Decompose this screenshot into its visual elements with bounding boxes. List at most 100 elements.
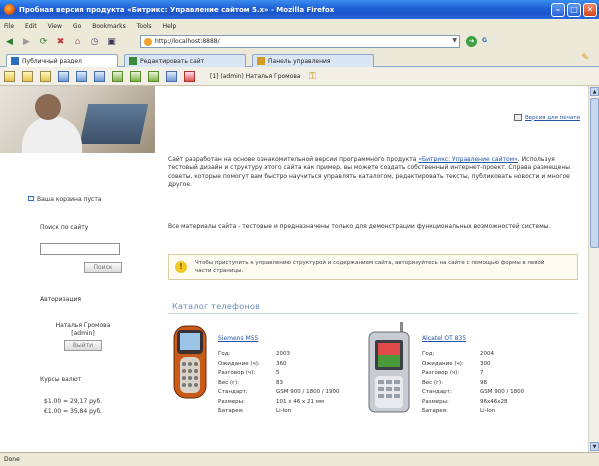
user-login: [admin]	[71, 330, 95, 337]
currency-rates-label: Курсы валют	[40, 376, 82, 383]
search-input[interactable]	[40, 243, 120, 255]
spec-key: Стандарт:	[218, 389, 248, 395]
cache-icon[interactable]	[184, 70, 195, 82]
editing-toolbar: [1] (admin) Наталья Громова ⚿	[0, 67, 599, 86]
tab-public-section[interactable]: Публичный раздел	[6, 54, 118, 67]
spec-value: 101 x 46 x 21 мм	[276, 398, 325, 405]
cart-text: Ваша корзина пуста	[37, 196, 102, 203]
alcatel-ot835-image[interactable]	[366, 322, 412, 414]
firefox-icon	[4, 4, 15, 15]
printer-icon	[513, 114, 522, 121]
logout-key-icon[interactable]: ⚿	[309, 71, 317, 82]
site-favicon	[144, 37, 152, 46]
spec-value: 300	[480, 360, 491, 367]
spec-value: Li-Ion	[480, 408, 496, 414]
left-sidebar: Ваша корзина пуста Поиск по сайту Поиск …	[0, 86, 160, 452]
phone-name-siemens-m55[interactable]: Siemens M55	[218, 335, 258, 342]
menu-bar: File Edit View Go Bookmarks Tools Help	[0, 19, 599, 33]
siemens-m55-image[interactable]	[172, 324, 208, 400]
pencil-icon[interactable]: ✎	[581, 53, 589, 63]
address-bar[interactable]: http://localhost:8888/ ▼	[140, 35, 460, 48]
go-button[interactable]: ➔	[466, 36, 477, 47]
vertical-scrollbar[interactable]: ▲ ▼	[588, 86, 599, 452]
spec-value: 83	[276, 379, 283, 386]
catalog-title[interactable]: Каталог телефонов	[172, 302, 260, 311]
menu-go[interactable]: Go	[73, 23, 81, 30]
person-body-shape	[22, 116, 82, 153]
spec-key: Вес (г):	[422, 379, 443, 386]
product-link[interactable]: «Битрикс: Управление сайтом»	[418, 156, 518, 163]
public-section-icon	[11, 57, 19, 65]
phone-name-alcatel-ot835[interactable]: Alcatel OT 835	[422, 335, 466, 342]
tab-label: Панель управления	[268, 57, 331, 65]
intro-paragraph: Сайт разработан на основе ознакомительно…	[168, 156, 578, 189]
spec-value: 2003	[276, 351, 290, 357]
stop-icon[interactable]: ✖	[54, 36, 67, 49]
address-dropdown-icon[interactable]: ▼	[452, 37, 457, 44]
spec-value: 98	[480, 379, 487, 386]
page-properties-icon[interactable]	[94, 70, 105, 82]
scroll-thumb[interactable]	[590, 98, 599, 248]
menu-edit[interactable]: Edit	[25, 23, 37, 30]
rate-eur: €1.00 = 35,84 руб.	[44, 408, 103, 415]
page-access-icon[interactable]	[148, 70, 159, 82]
print-version-link[interactable]: Версия для печати	[513, 114, 580, 121]
logout-button[interactable]: Выйти	[64, 340, 102, 351]
folder-properties-icon[interactable]	[22, 70, 33, 82]
menu-help[interactable]: Help	[163, 23, 177, 30]
scroll-up-icon[interactable]: ▲	[590, 87, 599, 96]
page-content: Ваша корзина пуста Поиск по сайту Поиск …	[0, 86, 588, 452]
search-label: Поиск по сайту	[40, 224, 89, 231]
google-search-icon[interactable]: G	[482, 37, 487, 44]
page-php-icon[interactable]	[130, 70, 141, 82]
minimize-button[interactable]: –	[551, 2, 565, 17]
reload-icon[interactable]: ⟳	[37, 36, 50, 49]
header-photo	[0, 86, 155, 153]
spec-key: Батарея:	[218, 408, 244, 414]
info-icon: !	[175, 261, 187, 273]
navigation-toolbar: ◀ ▶ ⟳ ✖ ⌂ ◷ ▣ http://localhost:8888/ ▼ ➔…	[0, 33, 599, 51]
folder-new-icon[interactable]	[40, 70, 51, 82]
cart-icon	[28, 196, 34, 201]
menu-bookmarks[interactable]: Bookmarks	[92, 23, 126, 30]
spec-key: Год:	[422, 351, 435, 357]
spec-value: 5	[276, 370, 280, 376]
statistics-icon[interactable]	[166, 70, 177, 82]
spec-key: Батарея:	[422, 408, 448, 414]
menu-tools[interactable]: Tools	[137, 23, 152, 30]
tab-control-panel[interactable]: Панель управления	[252, 54, 374, 67]
page-html-icon[interactable]	[112, 70, 123, 82]
control-panel-icon	[257, 57, 265, 65]
page-edit-icon[interactable]	[76, 70, 87, 82]
folder-icon[interactable]	[4, 70, 15, 82]
spec-value: GSM 900 / 1800	[480, 389, 525, 395]
scroll-down-icon[interactable]: ▼	[590, 442, 599, 451]
spec-key: Год:	[218, 351, 231, 357]
spec-value: GSM 900 / 1800 / 1900	[276, 389, 340, 395]
spec-key: Стандарт:	[422, 389, 452, 395]
spec-key: Ожидание (ч):	[218, 360, 260, 367]
tab-edit-site[interactable]: Редактировать сайт	[124, 54, 246, 67]
user-name: Наталья Громова	[55, 322, 111, 329]
url-text: http://localhost:8888/	[155, 38, 220, 45]
search-button[interactable]: Поиск	[84, 262, 122, 273]
bookmark-icon[interactable]: ▣	[105, 36, 118, 49]
cart-status: Ваша корзина пуста	[28, 196, 102, 203]
edit-site-icon	[129, 57, 137, 65]
maximize-button[interactable]: □	[567, 2, 581, 17]
window-title: Пробная версия продукта «Битрикс: Управл…	[19, 5, 335, 14]
page-new-icon[interactable]	[58, 70, 69, 82]
home-icon[interactable]: ⌂	[71, 36, 84, 49]
spec-value: 360	[276, 360, 287, 367]
demo-paragraph: Все материалы сайта - тестовые и предназ…	[168, 223, 551, 230]
menu-view[interactable]: View	[48, 23, 62, 30]
spec-value: Li-Ion	[276, 408, 292, 414]
spec-key: Размеры:	[218, 398, 245, 405]
close-button[interactable]: ✕	[583, 2, 597, 17]
tab-label: Редактировать сайт	[140, 57, 205, 65]
forward-icon[interactable]: ▶	[20, 36, 33, 49]
back-icon[interactable]: ◀	[3, 36, 16, 49]
spec-value: 2004	[480, 351, 494, 357]
history-icon[interactable]: ◷	[88, 36, 101, 49]
menu-file[interactable]: File	[4, 23, 14, 30]
